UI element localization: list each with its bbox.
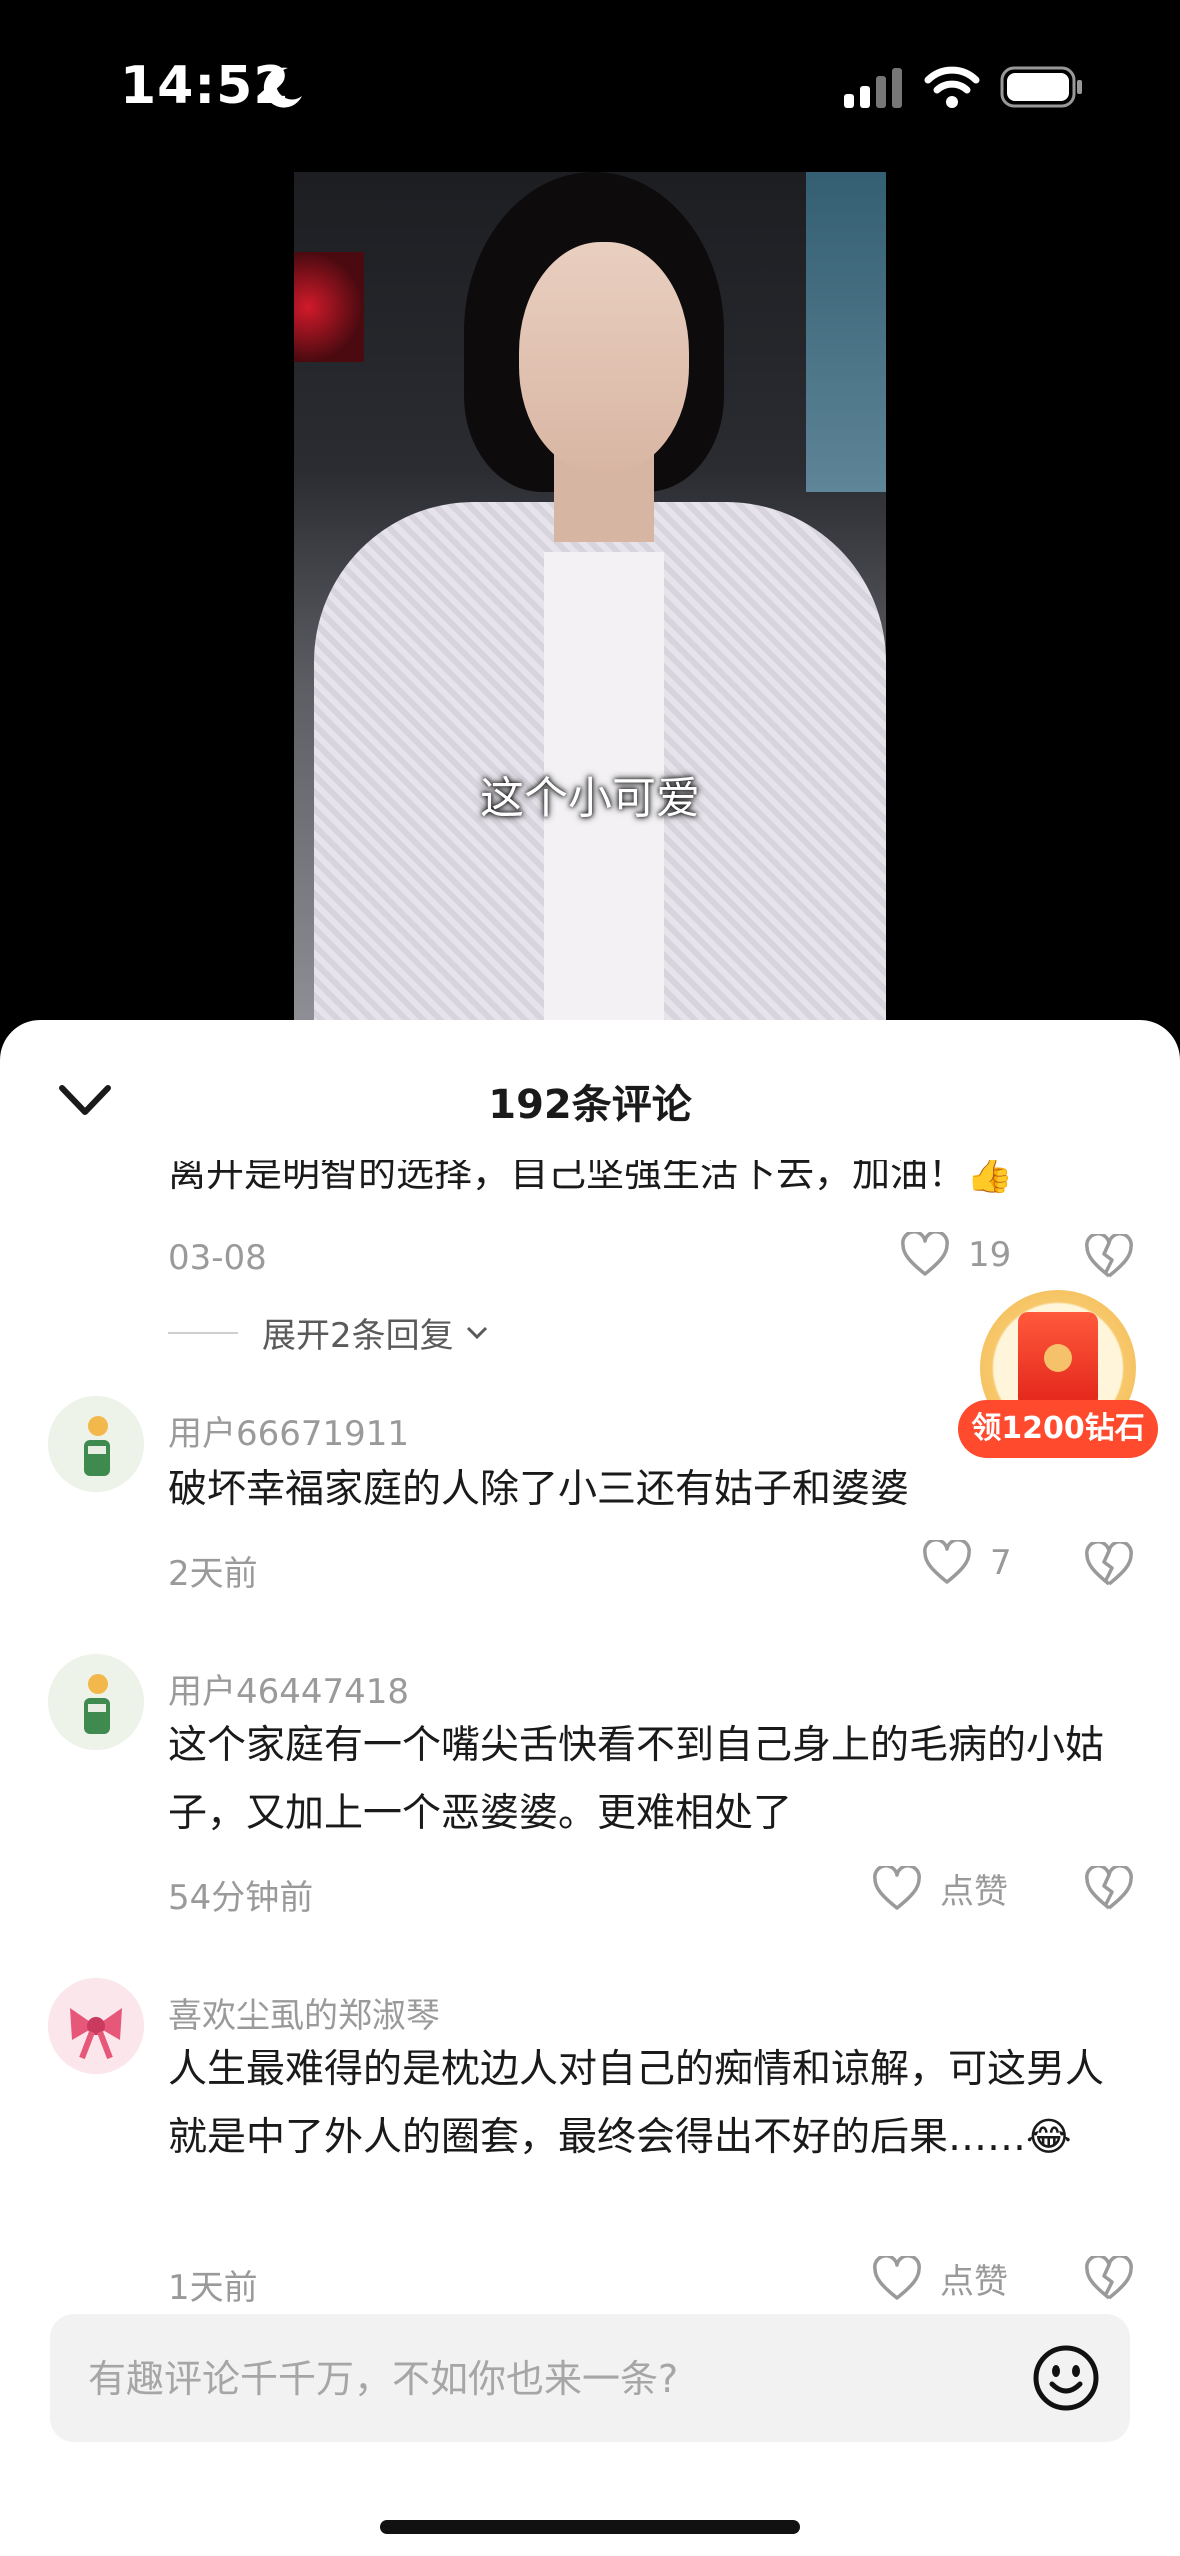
reward-label: 领1200钻石 [958, 1400, 1158, 1458]
like-count: 7 [990, 1543, 1012, 1583]
video-subtitle: 这个小可爱 [480, 773, 700, 824]
avatar[interactable] [48, 1396, 144, 1492]
avatar-image [48, 1396, 144, 1492]
emoji-icon[interactable] [1032, 2344, 1100, 2412]
comment-input[interactable] [86, 2314, 990, 2444]
like-label: 点赞 [940, 2262, 1008, 2302]
heart-icon [923, 1540, 971, 1584]
heart-icon [873, 1865, 921, 1910]
comment-text: 这个家庭有一个嘴尖舌快看不到自己身上的毛病的小姑子，又加上一个恶婆婆。更难相处了 [168, 1723, 1105, 1836]
avatar-image [48, 1978, 144, 2074]
like-button[interactable]: 19 [900, 1232, 1011, 1278]
comment-input-bar [50, 2314, 1130, 2444]
broken-heart-icon[interactable] [1084, 2256, 1134, 2302]
like-button[interactable]: 点赞 [872, 1864, 1008, 1913]
signal-icon [844, 68, 902, 108]
comment-username[interactable]: 喜欢尘虱的郑淑琴 [168, 1988, 440, 2037]
avatar[interactable] [48, 1978, 144, 2074]
status-bar: 14:52 [0, 0, 1180, 170]
comments-sheet: 192条评论 离开是明智的选择，自己坚强生活下去，加油！👍 03-08 19 展… [0, 1020, 1180, 2556]
expand-replies-label: 展开2条回复 [262, 1316, 454, 1356]
comment-date: 1天前 [168, 2268, 258, 2308]
avatar[interactable] [48, 1654, 144, 1750]
broken-heart-icon[interactable] [1084, 1542, 1134, 1588]
chevron-down-icon [466, 1326, 487, 1339]
broken-heart-icon[interactable] [1084, 1234, 1134, 1280]
home-indicator [380, 2520, 800, 2534]
avatar-image [48, 1654, 144, 1750]
reward-badge[interactable]: 领1200钻石 [958, 1290, 1158, 1460]
like-button[interactable]: 点赞 [872, 2254, 1008, 2303]
moon-icon [263, 67, 302, 108]
comment-date: 54分钟前 [168, 1878, 314, 1918]
comments-count-title: 192条评论 [488, 1082, 692, 1128]
heart-icon [873, 2255, 921, 2300]
like-count: 19 [968, 1235, 1012, 1275]
like-label: 点赞 [940, 1872, 1008, 1912]
comment-text: 离开是明智的选择，自己坚强生活下去，加油！👍 [168, 1160, 1014, 1195]
like-button[interactable]: 7 [922, 1540, 1012, 1586]
video-player[interactable]: 这个小可爱 [294, 172, 886, 1022]
comment-text: 人生最难得的是枕边人对自己的痴情和谅解，可这男人就是中了外人的圈套，最终会得出不… [168, 2047, 1105, 2160]
comment-username[interactable]: 用户66671911 [168, 1406, 409, 1455]
wifi-icon [924, 66, 980, 108]
sheet-header: 192条评论 [0, 1020, 1180, 1170]
comment-date: 2天前 [168, 1554, 258, 1594]
comment-username[interactable]: 用户46447418 [168, 1664, 409, 1713]
broken-heart-icon[interactable] [1084, 1866, 1134, 1912]
red-packet-icon [1018, 1312, 1098, 1408]
heart-icon [901, 1232, 949, 1276]
comment-text: 破坏幸福家庭的人除了小三还有姑子和婆婆 [168, 1467, 910, 1512]
expand-replies-button[interactable]: 展开2条回复 [168, 1308, 490, 1357]
battery-icon [1000, 66, 1082, 108]
comment-date: 03-08 [168, 1238, 267, 1278]
